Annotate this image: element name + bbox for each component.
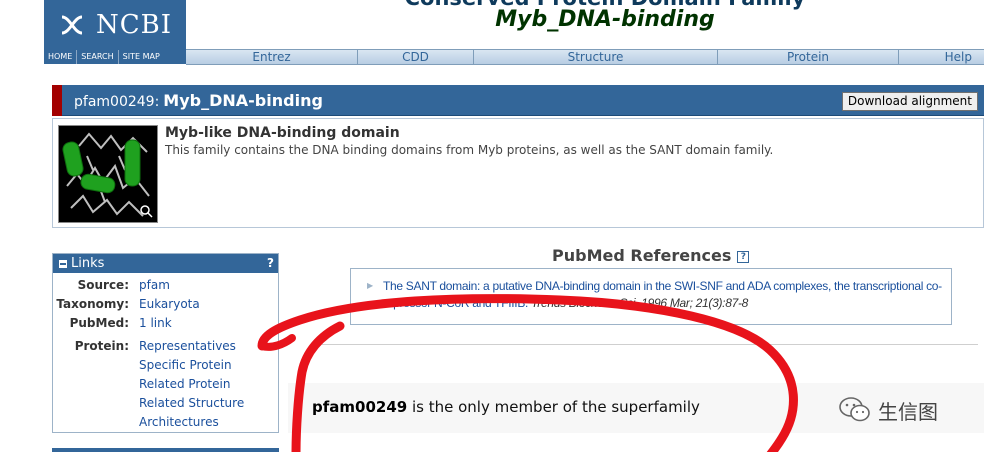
links-panel-header[interactable]: Links ? [53,254,278,273]
pubmed-link[interactable]: 1 link [139,316,172,330]
dna-helix-logo-icon [61,15,83,35]
superfamily-accession: pfam00249 [312,398,408,416]
related-structure-link[interactable]: Related Structure [139,396,244,410]
divider [322,344,978,345]
domain-short-name: Myb_DNA-binding [163,91,323,110]
domain-summary: Myb-like DNA-binding domain This family … [52,118,984,228]
superfamily-statement: pfam00249 is the only member of the supe… [312,398,700,416]
structure-thumbnail[interactable] [58,125,158,223]
nav-entrez[interactable]: Entrez [186,50,357,64]
pubmed-references-heading: PubMed References? [552,246,750,265]
utility-links: HOME SEARCH SITE MAP [44,50,186,64]
logo-text: NCBI [96,10,173,40]
page: NCBI Conserved Protein Domain Family Myb… [0,0,984,452]
next-panel-header [52,448,279,452]
link-label: Protein: [74,339,129,353]
superfamily-text: is the only member of the superfamily [407,398,700,416]
domain-description-text: This family contains the DNA binding dom… [165,143,774,157]
domain-title-bar: pfam00249: Myb_DNA-binding Download align… [62,85,984,116]
wechat-icon [839,397,870,422]
links-panel: Links ? Source: pfam Taxonomy: Eukaryota… [52,253,279,433]
help-icon[interactable]: ? [267,254,274,273]
site-map-link[interactable]: SITE MAP [119,50,164,64]
home-link[interactable]: HOME [44,50,78,64]
pubmed-reference-box: ▶ The SANT domain: a putative DNA-bindin… [350,268,952,325]
ncbi-logo[interactable]: NCBI [44,0,186,50]
representatives-link[interactable]: Representatives [139,339,236,353]
links-title: Links [71,256,105,271]
help-icon[interactable]: ? [737,250,750,263]
link-label: Taxonomy: [56,297,129,311]
link-label: Source: [77,278,129,292]
domain-description-title: Myb-like DNA-binding domain [165,125,400,141]
domain-accession: pfam00249: [74,94,160,110]
title-accent-bar [52,85,62,116]
minus-collapse-icon[interactable] [59,259,67,268]
watermark-text: 生信图 [878,399,938,424]
pubmed-title: PubMed References [552,246,732,265]
nav-help[interactable]: Help [898,50,984,64]
link-label: PubMed: [69,316,129,330]
reference-citation: Trends Biochem. Sci. 1996 Mar; 21(3):87-… [531,296,749,310]
structure-image [62,132,153,218]
domain-heading: pfam00249: Myb_DNA-binding [74,91,323,110]
source-link[interactable]: pfam [139,278,170,292]
taxonomy-link[interactable]: Eukaryota [139,297,200,311]
architectures-link[interactable]: Architectures [139,415,219,429]
search-link[interactable]: SEARCH [77,50,119,64]
specific-protein-link[interactable]: Specific Protein [139,358,232,372]
bullet-icon: ▶ [367,281,374,290]
main-nav: Entrez CDD Structure Protein Help [186,49,984,65]
watermark: 生信图 [838,395,938,425]
nav-protein[interactable]: Protein [717,50,898,64]
download-alignment-button[interactable]: Download alignment [841,92,978,111]
page-title: Myb_DNA-binding [495,7,715,32]
reference-item: The SANT domain: a putative DNA-binding … [383,278,943,312]
nav-cdd[interactable]: CDD [357,50,473,64]
related-protein-link[interactable]: Related Protein [139,377,230,391]
nav-structure[interactable]: Structure [473,50,717,64]
